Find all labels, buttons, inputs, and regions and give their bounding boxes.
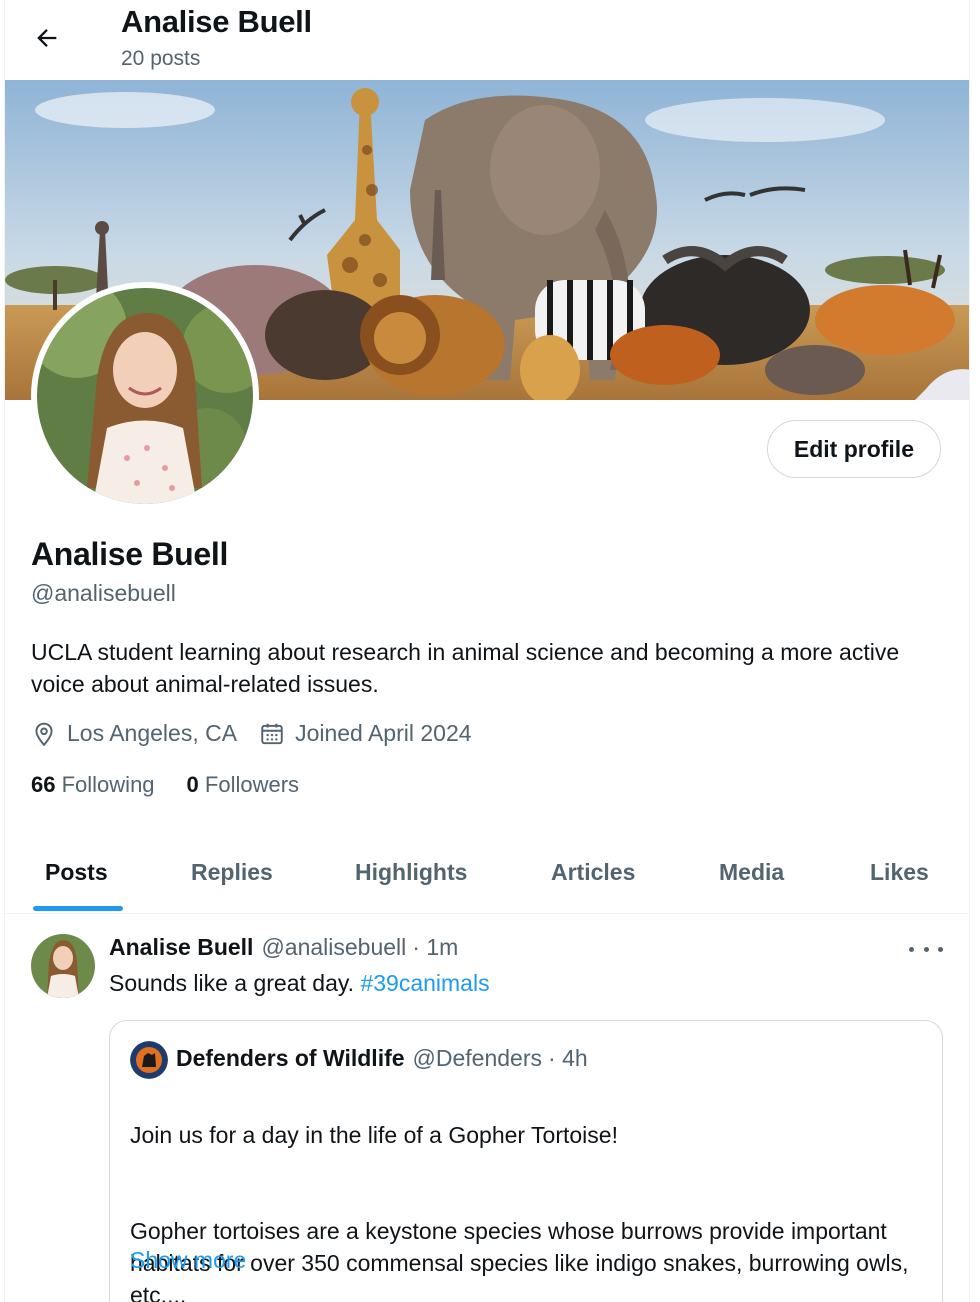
back-button[interactable] — [29, 20, 65, 56]
tab-articles[interactable]: Articles — [551, 830, 635, 914]
profile-tabs: Posts Replies Highlights Articles Media … — [5, 830, 969, 914]
profile-handle: @analisebuell — [31, 580, 176, 606]
post-author-name[interactable]: Analise Buell — [109, 934, 253, 961]
followers-count: 0 — [186, 772, 199, 797]
quoted-author-handle: @Defenders — [412, 1045, 543, 1071]
top-bar: Analise Buell 20 posts — [5, 0, 969, 80]
header-post-count: 20 posts — [121, 47, 201, 70]
quoted-avatar[interactable] — [130, 1041, 168, 1079]
joined-text: Joined April 2024 — [295, 720, 472, 746]
quoted-body: Join us for a day in the life of a Gophe… — [130, 1087, 930, 1302]
active-tab-indicator — [33, 906, 123, 911]
profile-meta: Los Angeles, CA Joined April 2024 — [31, 720, 494, 747]
tab-replies[interactable]: Replies — [191, 830, 273, 914]
location-pin-icon — [35, 722, 53, 746]
quoted-line-1: Join us for a day in the life of a Gophe… — [130, 1122, 618, 1148]
quoted-time: · 4h — [548, 1045, 588, 1071]
profile-avatar[interactable] — [31, 282, 259, 510]
profile-bio: UCLA student learning about research in … — [31, 639, 900, 697]
quoted-author-name: Defenders of Wildlife — [176, 1045, 405, 1071]
post-hashtag[interactable]: #39canimals — [360, 970, 489, 996]
following-count: 66 — [31, 772, 56, 797]
back-arrow-icon — [37, 29, 57, 47]
header-title: Analise Buell — [121, 4, 312, 39]
following-label: Following — [61, 772, 155, 797]
post-avatar[interactable] — [31, 934, 95, 998]
following-link[interactable]: 66 Following — [31, 772, 155, 798]
post-header: Analise Buell @analisebuell · 1m — [109, 934, 458, 961]
follow-stats: 66 Following 0 Followers — [31, 772, 331, 798]
show-more-link[interactable]: Show more — [130, 1247, 246, 1274]
post-text: Sounds like a great day. #39canimals — [109, 970, 490, 997]
post-text-body: Sounds like a great day. — [109, 970, 355, 996]
calendar-icon — [261, 723, 283, 744]
quoted-header: Defenders of Wildlife @Defenders · 4h — [176, 1045, 588, 1072]
tab-media[interactable]: Media — [719, 830, 784, 914]
tab-posts[interactable]: Posts — [45, 830, 108, 914]
profile-name: Analise Buell — [31, 536, 229, 572]
quoted-line-2: Gopher tortoises are a keystone species … — [130, 1218, 909, 1302]
post-item[interactable]: Analise Buell @analisebuell · 1m Sounds … — [5, 914, 969, 1302]
edit-profile-button[interactable]: Edit profile — [766, 420, 941, 478]
quoted-post[interactable]: Defenders of Wildlife @Defenders · 4h Jo… — [109, 1020, 943, 1302]
profile-page: Analise Buell 20 posts Edit profile Anal… — [4, 0, 970, 1302]
profile-joined: Joined April 2024 — [259, 720, 472, 747]
tab-likes[interactable]: Likes — [870, 830, 929, 914]
followers-label: Followers — [204, 772, 300, 797]
post-author-handle[interactable]: @analisebuell — [261, 934, 406, 961]
profile-location: Los Angeles, CA — [31, 720, 237, 747]
post-time[interactable]: · 1m — [412, 934, 458, 961]
tab-highlights[interactable]: Highlights — [355, 830, 467, 914]
followers-link[interactable]: 0 Followers — [187, 772, 300, 798]
location-text: Los Angeles, CA — [67, 720, 238, 746]
more-dots-icon[interactable] — [909, 936, 943, 962]
